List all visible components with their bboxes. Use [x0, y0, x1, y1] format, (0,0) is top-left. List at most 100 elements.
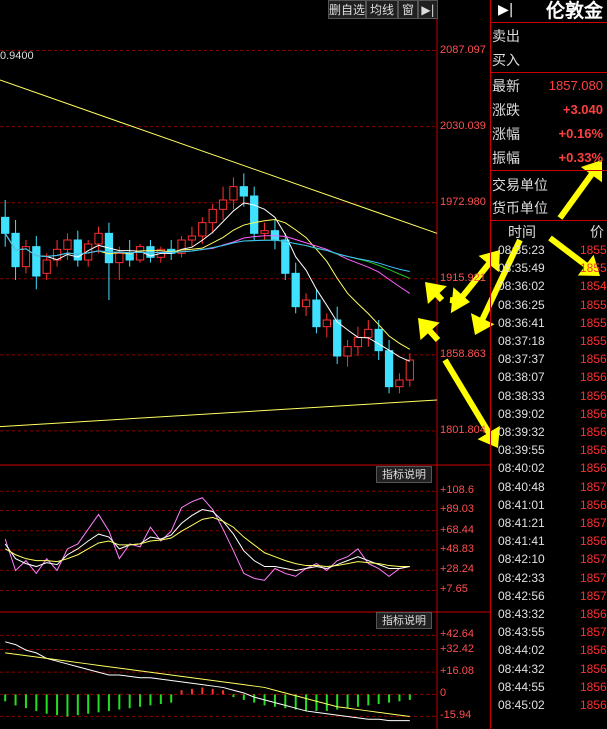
tick-price: 1856	[580, 425, 607, 439]
candle-body	[322, 319, 331, 328]
candle-body	[229, 186, 238, 201]
candle-body	[374, 328, 383, 352]
tick-price: 1856	[580, 443, 607, 458]
tick-price: 1857	[580, 625, 607, 640]
candle-body	[281, 239, 290, 274]
y-tick-label: 1972.980	[440, 195, 486, 208]
tick-time: 08:44:02	[498, 643, 545, 658]
indicator-help-button[interactable]: 指标说明	[376, 466, 432, 483]
tick-time: 08:39:02	[498, 406, 545, 421]
amplitude-label: 振幅	[492, 151, 520, 167]
tick-time: 08:44:32	[498, 661, 545, 676]
delete-watchlist-button[interactable]: 删自选	[328, 0, 366, 19]
y-tick-label: 1801.804	[440, 423, 486, 436]
change-value: +3.040	[562, 102, 603, 117]
candle-body	[301, 299, 311, 308]
divider	[490, 170, 607, 171]
tick-row: 08:37:37 1856	[498, 352, 607, 366]
moving-average-line	[4, 202, 411, 362]
tick-price: 1856	[580, 352, 607, 367]
tick-time: 08:36:25	[498, 297, 545, 312]
candle-body	[208, 208, 217, 224]
tick-time: 08:41:01	[498, 497, 545, 512]
tick-row: 08:36:25 1855	[498, 297, 607, 312]
tick-time: 08:36:02	[498, 279, 545, 294]
arrow-right-bar-icon[interactable]: ▶|	[418, 0, 438, 19]
tick-row: 08:42:10 1857	[498, 552, 607, 567]
candle-body	[343, 346, 352, 357]
tick-row: 08:40:02 1856	[498, 461, 607, 476]
indicator-line	[5, 652, 410, 717]
tick-row: 08:35:49 1855	[498, 261, 607, 275]
candle-body	[333, 319, 342, 357]
tick-row: 08:44:02 1856	[498, 643, 607, 658]
tick-price: 1857	[580, 552, 607, 567]
y-tick-label: +32.42	[440, 642, 474, 655]
tick-price: 1856	[580, 661, 607, 676]
candle-body	[405, 359, 414, 381]
trade-unit-label: 交易单位	[492, 178, 548, 194]
tick-row: 08:35:23 1855	[498, 243, 607, 257]
tick-price: 1857	[580, 588, 607, 603]
buy-label: 买入	[492, 53, 520, 69]
tick-row: 08:42:33 1857	[498, 570, 607, 585]
candle-body	[291, 272, 300, 308]
tick-time: 08:35:23	[498, 243, 545, 257]
candle-body	[250, 195, 259, 234]
indicator-line	[4, 516, 410, 568]
y-tick-label: +68.44	[440, 523, 474, 536]
candle-body	[198, 222, 207, 237]
tick-price: 1856	[580, 388, 607, 403]
moving-average-line	[4, 218, 411, 350]
tick-row: 08:38:33 1856	[498, 389, 607, 403]
time-column-header: 时间	[508, 225, 536, 241]
tick-time: 08:42:10	[498, 552, 545, 567]
tick-time: 08:39:55	[498, 443, 545, 458]
y-tick-label: 2087.097	[440, 43, 486, 56]
candle-body	[384, 350, 394, 388]
tick-row: 08:44:32 1856	[498, 661, 607, 676]
tick-price: 1856	[580, 461, 607, 476]
tick-time: 08:43:55	[498, 625, 545, 640]
tick-time: 08:40:48	[498, 479, 545, 494]
tick-row: 08:39:32 1856	[498, 425, 607, 439]
trend-line	[0, 79, 438, 234]
y-tick-label: 2030.039	[440, 119, 486, 132]
tick-price: 1857	[580, 570, 607, 585]
moving-average-button[interactable]: 均线	[366, 0, 398, 19]
tick-row: 08:36:02 1854	[498, 279, 607, 294]
change-pct-value: +0.16%	[558, 126, 603, 141]
tick-row: 08:41:01 1856	[498, 497, 607, 512]
tick-price: 1855	[580, 297, 607, 312]
candle-body	[239, 186, 248, 197]
tick-price: 1855	[580, 261, 607, 276]
indicator-help-button[interactable]: 指标说明	[376, 612, 432, 629]
tick-row: 08:36:41 1855	[498, 316, 607, 330]
annotation-arrow	[425, 282, 447, 305]
tick-price: 1857	[580, 479, 607, 494]
candle-body	[218, 199, 228, 210]
tick-row: 08:45:02 1856	[498, 698, 607, 712]
tick-time: 08:44:55	[498, 679, 545, 694]
arrow-right-bar-icon[interactable]: ▶|	[498, 2, 513, 18]
tick-time: 08:38:07	[498, 370, 545, 385]
candle-body	[364, 328, 373, 338]
tick-price: 1856	[580, 406, 607, 421]
tick-price: 1856	[580, 497, 607, 512]
tick-price: 1856	[580, 679, 607, 694]
tick-time: 08:40:02	[498, 461, 545, 476]
divider	[490, 0, 491, 729]
change-pct-label: 涨幅	[492, 127, 520, 143]
window-button[interactable]: 窗	[398, 0, 418, 19]
tick-time: 08:42:56	[498, 588, 545, 603]
tick-price: 1856	[580, 607, 607, 621]
tick-price: 1856	[580, 698, 607, 712]
y-tick-label: 1858.863	[440, 347, 486, 360]
tick-row: 08:39:02 1856	[498, 406, 607, 421]
tick-price: 1855	[580, 315, 607, 330]
tick-row: 08:43:32 1856	[498, 607, 607, 621]
candle-body	[353, 336, 363, 348]
latest-label: 最新	[492, 79, 520, 95]
tick-time: 08:42:33	[498, 570, 545, 585]
y-tick-label: 0	[440, 687, 447, 700]
